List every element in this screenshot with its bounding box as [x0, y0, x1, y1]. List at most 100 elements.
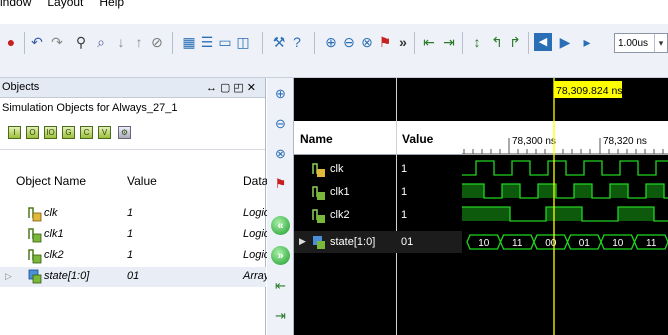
next-edge-icon[interactable]: ⇥ [271, 306, 290, 325]
wave-value-header[interactable]: Value [402, 132, 433, 146]
run-time-input[interactable]: 1.00us ▾ [614, 33, 668, 53]
object-row-clk2[interactable]: clk2 1 Logic [0, 246, 269, 266]
next-edge-icon[interactable]: ⇥ [440, 33, 458, 51]
zoom-fit-icon[interactable]: ⊗ [271, 144, 290, 163]
go-to-time-zero-icon[interactable]: « [271, 216, 290, 235]
filter-input-icon[interactable]: I [8, 126, 21, 139]
menu-bar: indow Layout Help [0, 0, 668, 24]
stop-icon[interactable]: ● [2, 33, 20, 51]
column-header-name[interactable]: Object Name [16, 174, 86, 196]
redo-icon[interactable]: ↷ [48, 33, 66, 51]
layout-split-icon[interactable]: ◫ [234, 33, 252, 51]
prev-marker-icon[interactable]: ↰ [488, 33, 506, 51]
expand-arrow-icon[interactable]: ▶ [299, 236, 306, 247]
object-row-clk[interactable]: clk 1 Logic [0, 204, 269, 224]
close-icon[interactable]: ✕ [247, 82, 259, 94]
wave-name-header[interactable]: Name [300, 132, 333, 146]
waveform-clk1[interactable] [462, 183, 668, 199]
wave-signal-value: 1 [401, 186, 408, 198]
prev-edge-icon[interactable]: ⇤ [271, 276, 290, 295]
next-marker-icon[interactable]: ↱ [506, 33, 524, 51]
more-icon[interactable]: » [394, 33, 412, 51]
wave-signal-row-clk2[interactable]: clk2 1 [294, 204, 462, 226]
filter-inout-icon[interactable]: IO [44, 126, 57, 139]
layout-rows-icon[interactable]: ☰ [198, 33, 216, 51]
wave-signal-name: clk1 [330, 186, 350, 198]
find-icon[interactable]: ⚲ [72, 33, 90, 51]
run-icon[interactable]: ▶ [556, 33, 574, 51]
wave-signal-row-clk[interactable]: clk 1 [294, 158, 462, 180]
object-name: state[1:0] [44, 270, 90, 282]
prev-edge-icon[interactable]: ⇤ [420, 33, 438, 51]
waveform-state-bus[interactable]: 10110001101100 [466, 234, 668, 250]
filter-variable-icon[interactable]: V [98, 126, 111, 139]
zoom-in-icon[interactable]: ⊕ [271, 84, 290, 103]
filter-internal-icon[interactable]: G [62, 126, 75, 139]
help-cursor-icon[interactable]: ? [288, 33, 306, 51]
go-to-cursor-icon[interactable]: ⚑ [376, 33, 394, 51]
go-to-last-time-icon[interactable]: » [271, 246, 290, 265]
wave-side-toolbar: ⊕ ⊖ ⊗ ⚑ « » ⇤ ⇥ [267, 78, 294, 335]
object-type: Array [243, 270, 270, 282]
chevron-down-icon[interactable]: ▾ [654, 34, 667, 52]
undo-icon[interactable]: ↶ [28, 33, 46, 51]
object-row-state[interactable]: ▷ state[1:0] 01 Array [0, 267, 270, 287]
layout-grid-icon[interactable]: ▦ [180, 33, 198, 51]
menu-window[interactable]: indow [0, 0, 31, 9]
waveform-view[interactable]: 78,300 ns 78,320 ns 10110001101100 78,30… [462, 78, 668, 335]
restart-icon[interactable]: ◀ [534, 33, 552, 51]
wave-signal-value: 01 [401, 236, 414, 248]
object-name: clk [44, 207, 58, 219]
waveform-clk[interactable] [462, 160, 668, 176]
object-name: clk1 [44, 228, 64, 240]
move-icon[interactable]: ↔ [206, 82, 220, 94]
find-in-files-icon[interactable]: ⌕ [92, 33, 110, 51]
arrow-up-icon[interactable]: ↑ [130, 33, 148, 51]
column-header-value[interactable]: Value [127, 174, 157, 196]
add-marker-icon[interactable]: ↕ [468, 33, 486, 51]
wave-signal-row-state[interactable]: ▶ state[1:0] 01 [294, 231, 462, 253]
expand-arrow-icon[interactable]: ▷ [5, 271, 12, 282]
signal-icon [28, 249, 42, 264]
zoom-out-icon[interactable]: ⊖ [340, 33, 358, 51]
bus-value-label: 11 [646, 238, 657, 249]
go-to-cursor-icon[interactable]: ⚑ [271, 174, 290, 193]
object-value: 1 [127, 249, 134, 261]
filter-constant-icon[interactable]: C [80, 126, 93, 139]
object-row-clk1[interactable]: clk1 1 Logic [0, 225, 269, 245]
zoom-in-icon[interactable]: ⊕ [322, 33, 340, 51]
wave-column-headers: Name Value [294, 121, 462, 155]
objects-scope-label: Simulation Objects for Always_27_1 [2, 102, 178, 114]
float-icon[interactable]: ◰ [233, 82, 246, 94]
wave-signal-row-clk1[interactable]: clk1 1 [294, 181, 462, 203]
bus-value-label: 00 [545, 238, 557, 249]
objects-panel: Objects ↔▢◰✕ Simulation Objects for Alwa… [0, 78, 270, 335]
filter-output-icon[interactable]: O [26, 126, 39, 139]
panel-window-controls: ↔▢◰✕ [206, 81, 259, 94]
cursor-time-label: 78,309.824 ns [556, 85, 623, 97]
object-name: clk2 [44, 249, 64, 261]
menu-help[interactable]: Help [99, 0, 124, 9]
signal-icon [312, 186, 325, 200]
signal-icon [28, 207, 42, 222]
objects-panel-title: Objects [2, 81, 40, 93]
properties-icon[interactable]: ⚒ [270, 33, 288, 51]
run-for-icon[interactable]: ▸ [578, 33, 596, 51]
wave-signal-name: state[1:0] [330, 236, 376, 248]
bus-value-label: 10 [478, 238, 490, 249]
clear-icon[interactable]: ⊘ [148, 33, 166, 51]
wave-name-value-panel: Name Value clk 1 clk1 1 clk2 1 ▶ state[1… [294, 78, 462, 335]
zoom-fit-icon[interactable]: ⊗ [358, 33, 376, 51]
minimize-icon[interactable]: ▢ [220, 82, 233, 94]
zoom-out-icon[interactable]: ⊖ [271, 114, 290, 133]
waveform-canvas[interactable]: 78,300 ns 78,320 ns 10110001101100 78,30… [462, 78, 668, 335]
arrow-down-icon[interactable]: ↓ [112, 33, 130, 51]
menu-layout[interactable]: Layout [47, 0, 83, 9]
signal-icon [28, 228, 42, 243]
column-header-data-type[interactable]: Data [243, 174, 268, 196]
layout-single-icon[interactable]: ▭ [216, 33, 234, 51]
settings-icon[interactable]: ⚙ [118, 126, 131, 139]
bus-value-label: 10 [612, 238, 624, 249]
bus-icon [313, 236, 325, 249]
object-value: 01 [127, 270, 140, 282]
